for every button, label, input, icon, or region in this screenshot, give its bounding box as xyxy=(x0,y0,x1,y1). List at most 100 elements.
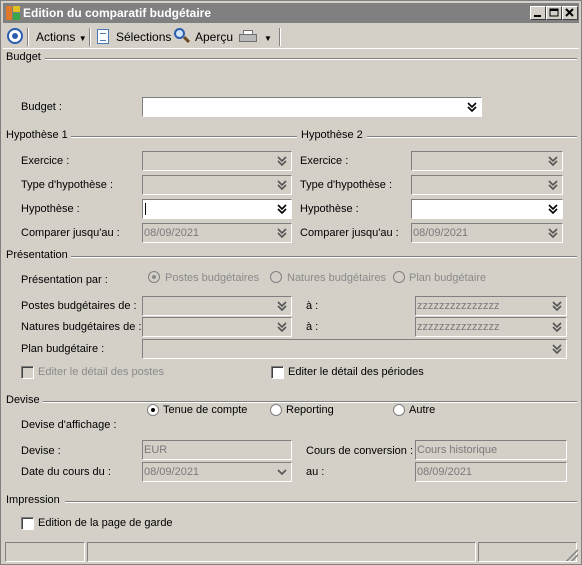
print-menu-caret[interactable]: ▼ xyxy=(264,28,272,46)
detail-postes-checkbox[interactable] xyxy=(21,366,34,379)
date-cours-label: Date du cours du : xyxy=(21,466,111,478)
target-icon[interactable] xyxy=(7,28,23,44)
plan-budgetaire-select[interactable] xyxy=(142,339,567,359)
toolbar-separator xyxy=(279,28,281,46)
divider xyxy=(43,401,577,403)
date-cours-field[interactable]: 08/09/2021 xyxy=(142,462,292,482)
type2-select[interactable] xyxy=(411,175,563,195)
detail-periodes-label: Editer le détail des périodes xyxy=(288,366,424,378)
toolbar-separator xyxy=(89,28,91,46)
magnifier-icon xyxy=(174,28,191,44)
postes-de-label: Postes budgétaires de : xyxy=(21,300,137,312)
natures-to-select[interactable]: zzzzzzzzzzzzzzz xyxy=(415,317,567,337)
exercice1-select[interactable] xyxy=(142,151,292,171)
printer-icon[interactable] xyxy=(239,30,257,43)
text-cursor xyxy=(145,203,146,215)
budget-select[interactable] xyxy=(142,97,482,117)
dropdown-icon xyxy=(274,225,290,241)
hypothese2-section-title: Hypothèse 2 xyxy=(301,129,365,141)
au-field[interactable]: 08/09/2021 xyxy=(415,462,567,482)
devise-field[interactable]: EUR xyxy=(142,440,292,460)
divider xyxy=(65,501,577,503)
detail-periodes-checkbox[interactable] xyxy=(271,366,284,379)
exercice2-label: Exercice : xyxy=(300,155,349,167)
hypothese2-select[interactable] xyxy=(411,199,563,219)
detail-postes-label: Editer le détail des postes xyxy=(38,366,164,378)
devise-label: Devise : xyxy=(21,445,61,457)
hypothese1-select[interactable] xyxy=(142,199,292,219)
preview-button[interactable]: Aperçu xyxy=(195,28,233,46)
dropdown-icon xyxy=(545,201,561,217)
postes-from-select[interactable] xyxy=(142,296,292,316)
plan-budgetaire-label: Plan budgétaire : xyxy=(21,343,105,355)
dropdown-icon xyxy=(545,225,561,241)
actions-menu[interactable]: Actions ▼ xyxy=(36,28,87,46)
caret-down-icon: ▼ xyxy=(78,34,87,43)
dialog-window: Edition du comparatif budgétaire Actions… xyxy=(0,0,582,565)
radio-reporting[interactable] xyxy=(270,404,282,416)
dropdown-icon xyxy=(549,341,565,357)
devise-affichage-label: Devise d'affichage : xyxy=(21,419,117,431)
compare1-date[interactable]: 08/09/2021 xyxy=(142,223,292,243)
toolbar: Actions ▼ Sélections Aperçu ▼ xyxy=(3,25,579,49)
presentation-section-title: Présentation xyxy=(6,249,70,261)
cours-label: Cours de conversion : xyxy=(306,445,413,457)
postes-to-select[interactable]: zzzzzzzzzzzzzzz xyxy=(415,296,567,316)
compare1-label: Comparer jusqu'au : xyxy=(21,227,120,239)
natures-from-select[interactable] xyxy=(142,317,292,337)
radio-postes-budgetaires[interactable] xyxy=(148,271,160,283)
divider xyxy=(71,256,577,258)
compare2-label: Comparer jusqu'au : xyxy=(300,227,399,239)
page-garde-label: Edition de la page de garde xyxy=(38,517,173,529)
dropdown-icon xyxy=(274,298,290,314)
budget-label: Budget : xyxy=(21,101,62,113)
dropdown-icon xyxy=(274,177,290,193)
window-title: Edition du comparatif budgétaire xyxy=(23,6,212,20)
type1-label: Type d'hypothèse : xyxy=(21,179,113,191)
selections-button[interactable]: Sélections xyxy=(116,28,171,46)
maximize-icon xyxy=(549,8,559,17)
radio-natures-budgetaires[interactable] xyxy=(270,271,282,283)
impression-section-title: Impression xyxy=(6,494,62,506)
dropdown-icon xyxy=(545,177,561,193)
exercice1-label: Exercice : xyxy=(21,155,70,167)
devise-section-title: Devise xyxy=(6,394,42,406)
radio-postes-label: Postes budgétaires xyxy=(165,272,260,284)
dropdown-icon xyxy=(464,99,480,115)
page-garde-checkbox[interactable] xyxy=(21,517,34,530)
radio-tenue-label: Tenue de compte xyxy=(163,404,248,416)
postes-a-label: à : xyxy=(306,300,319,312)
natures-de-label: Natures budgétaires de : xyxy=(21,321,142,333)
type2-label: Type d'hypothèse : xyxy=(300,179,392,191)
close-button[interactable] xyxy=(562,6,578,20)
toolbar-separator xyxy=(27,28,29,46)
title-bar[interactable]: Edition du comparatif budgétaire xyxy=(3,3,579,23)
status-pane xyxy=(478,542,577,562)
maximize-button[interactable] xyxy=(546,6,562,20)
hypothese1-section-title: Hypothèse 1 xyxy=(6,129,70,141)
radio-autre[interactable] xyxy=(393,404,405,416)
radio-plan-budgetaire[interactable] xyxy=(393,271,405,283)
resize-grip-icon[interactable] xyxy=(566,549,578,561)
compare2-date[interactable]: 08/09/2021 xyxy=(411,223,563,243)
divider xyxy=(71,136,297,138)
divider xyxy=(45,58,577,60)
chevron-down-icon xyxy=(274,464,290,480)
au-label: au : xyxy=(306,466,325,478)
type1-select[interactable] xyxy=(142,175,292,195)
dropdown-icon xyxy=(545,153,561,169)
cours-field[interactable]: Cours historique xyxy=(415,440,567,460)
minimize-icon xyxy=(534,15,541,17)
dropdown-icon xyxy=(549,298,565,314)
dropdown-icon xyxy=(274,153,290,169)
exercice2-select[interactable] xyxy=(411,151,563,171)
status-pane xyxy=(5,542,85,562)
budget-section-title: Budget xyxy=(6,51,43,63)
divider xyxy=(367,136,577,138)
hypothese2-label: Hypothèse : xyxy=(300,203,359,215)
radio-natures-label: Natures budgétaires xyxy=(287,272,387,284)
caret-down-icon: ▼ xyxy=(264,34,272,43)
radio-tenue-de-compte[interactable] xyxy=(147,404,159,416)
status-bar xyxy=(3,542,579,562)
minimize-button[interactable] xyxy=(530,6,546,20)
